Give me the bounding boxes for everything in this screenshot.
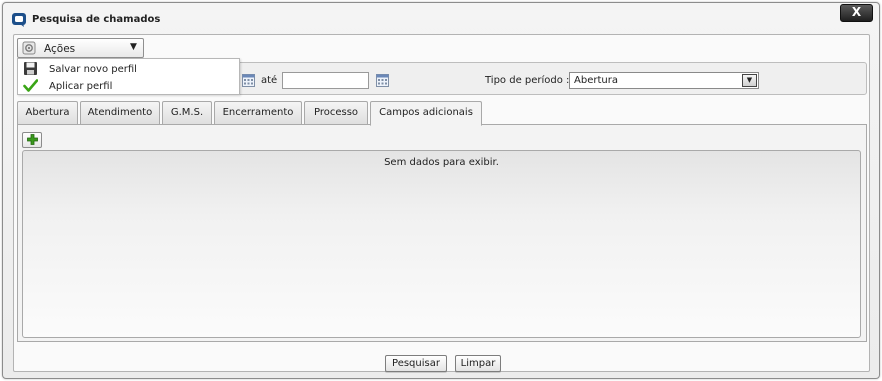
tab-atendimento[interactable]: Atendimento	[80, 101, 160, 125]
tab-panel-campos-adicionais: Sem dados para exibir.	[17, 124, 867, 342]
search-dialog: Pesquisa de chamados X Ações ▼ Salvar no…	[2, 2, 880, 379]
period-type-value: Abertura	[574, 75, 618, 86]
title-bar[interactable]: Pesquisa de chamados X	[3, 3, 879, 33]
close-button[interactable]: X	[840, 4, 873, 22]
menu-item-apply-profile[interactable]: Aplicar perfil	[18, 78, 239, 95]
search-button[interactable]: Pesquisar	[385, 355, 447, 372]
period-type-select[interactable]: Abertura ▼	[569, 72, 759, 89]
menu-item-save-profile[interactable]: Salvar novo perfil	[18, 61, 239, 78]
clear-button[interactable]: Limpar	[455, 355, 501, 372]
chevron-down-icon[interactable]: ▼	[742, 74, 757, 87]
tab-encerramento[interactable]: Encerramento	[214, 101, 302, 125]
menu-item-label: Aplicar perfil	[49, 81, 113, 92]
app-chat-icon	[11, 12, 27, 28]
period-type-label: Tipo de período :	[485, 75, 570, 86]
actions-dropdown[interactable]: Ações ▼	[17, 38, 144, 58]
dialog-content: Ações ▼ Salvar novo perfil Aplicar perfi…	[13, 34, 870, 372]
menu-item-label: Salvar novo perfil	[49, 64, 137, 75]
calendar-icon[interactable]	[376, 74, 389, 87]
window-title: Pesquisa de chamados	[32, 14, 161, 25]
calendar-icon[interactable]	[242, 74, 255, 87]
data-grid: Sem dados para exibir.	[22, 150, 861, 338]
end-date-input[interactable]	[282, 72, 369, 89]
floppy-disk-icon	[23, 61, 38, 76]
plus-icon	[27, 134, 38, 145]
checkmark-icon	[23, 78, 39, 93]
tab-campos-adicionais[interactable]: Campos adicionais	[370, 101, 482, 126]
actions-menu: Salvar novo perfil Aplicar perfil	[17, 58, 240, 95]
date-range-to-label: até	[261, 75, 278, 86]
add-button[interactable]	[22, 132, 42, 148]
chevron-down-icon: ▼	[130, 42, 137, 52]
tab-abertura[interactable]: Abertura	[17, 101, 78, 125]
actions-label: Ações	[44, 43, 76, 55]
gear-icon	[22, 41, 36, 55]
tab-processo[interactable]: Processo	[304, 101, 368, 125]
empty-grid-message: Sem dados para exibir.	[384, 157, 499, 168]
tab-gms[interactable]: G.M.S.	[162, 101, 212, 125]
